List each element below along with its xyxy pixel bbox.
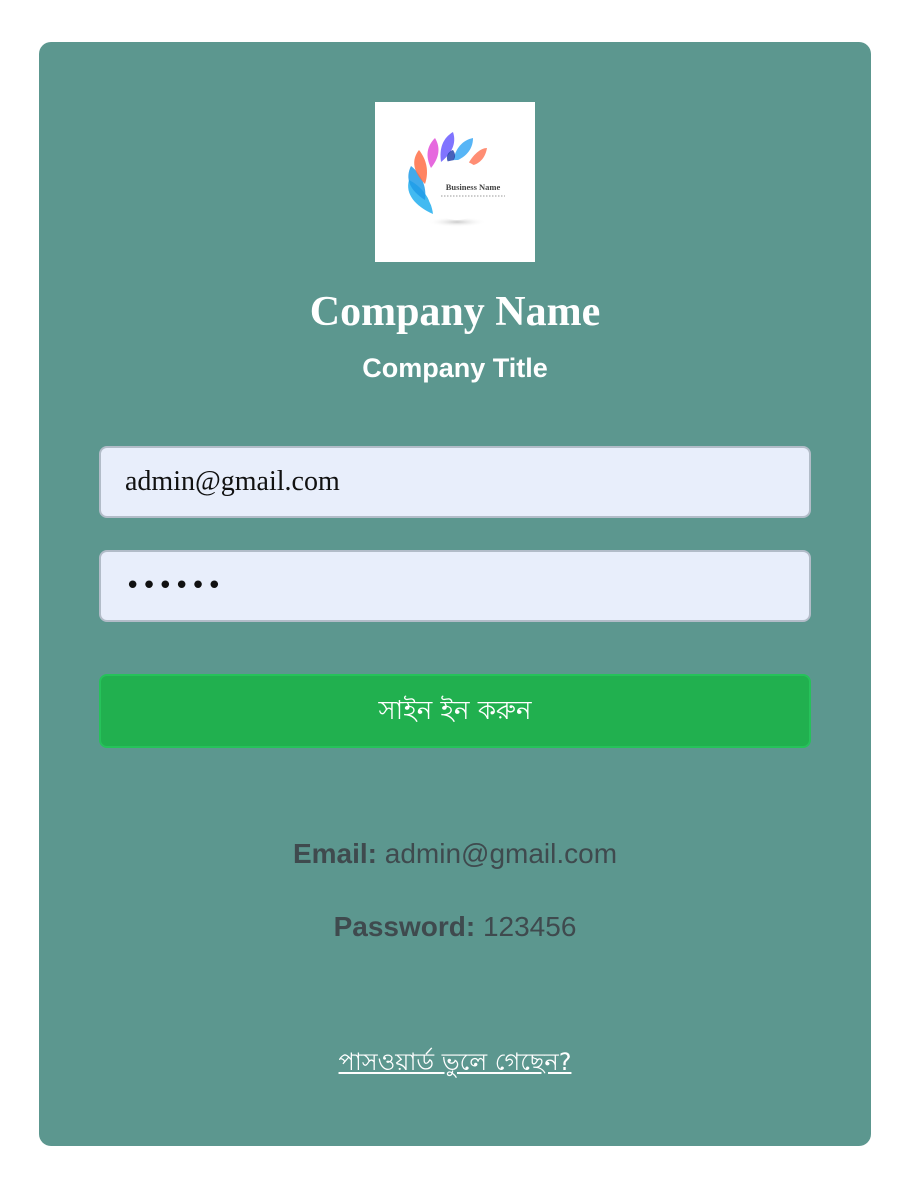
forgot-password-link[interactable]: পাসওয়ার্ড ভুলে গেছেন? [39, 1044, 871, 1080]
company-logo: Business Name [375, 102, 535, 262]
demo-password-value: 123456 [482, 911, 577, 942]
lotus-petals-logo-icon: Business Name [408, 132, 505, 227]
demo-password-line: Password: 123456 [39, 909, 871, 945]
demo-email-line: Email: admin@gmail.com [39, 836, 871, 872]
demo-email-label: Email: [292, 838, 377, 869]
demo-email-value: admin@gmail.com [384, 838, 618, 869]
company-name: Company Name [309, 289, 601, 335]
logo-business-name: Business Name [446, 182, 501, 192]
password-field[interactable] [99, 550, 811, 622]
demo-password-label: Password: [333, 911, 476, 942]
login-card: Business Name Company Name Company Title… [39, 42, 871, 1146]
company-title: Company Title [362, 353, 548, 383]
sign-in-button[interactable]: সাইন ইন করুন [99, 674, 811, 748]
email-field[interactable] [99, 446, 811, 518]
